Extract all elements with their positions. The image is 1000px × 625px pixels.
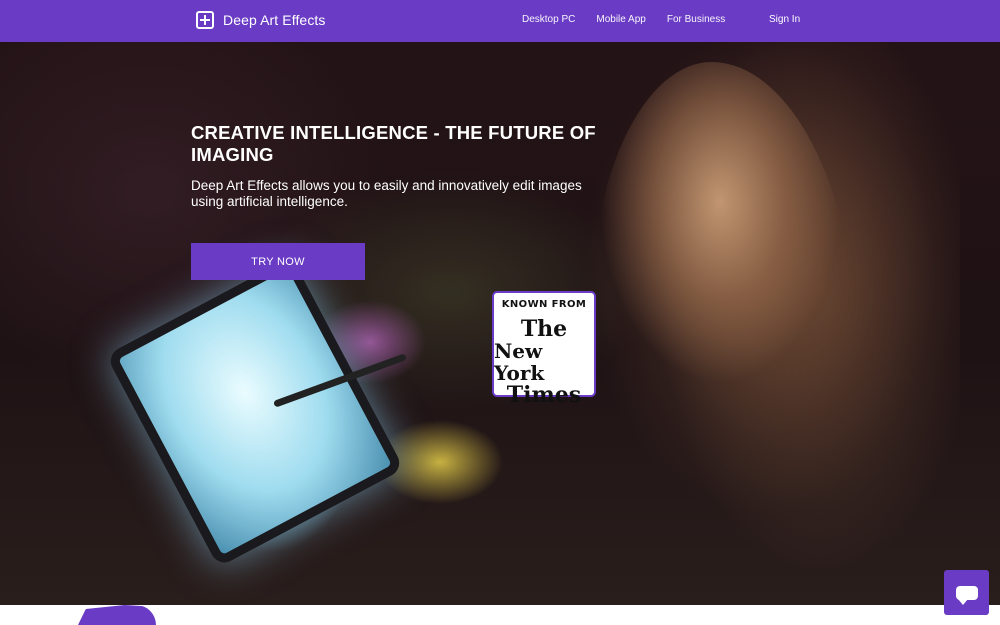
known-from-badge[interactable]: KNOWN FROM The New York Times [492,291,596,406]
try-now-button[interactable]: TRY NOW [191,243,365,280]
brand-logo-link[interactable]: Deep Art Effects [196,11,326,29]
top-navbar: Deep Art Effects Desktop PC Mobile App F… [0,0,1000,42]
chat-button[interactable] [944,570,989,615]
hero-section: CREATIVE INTELLIGENCE - THE FUTURE OF IM… [0,42,1000,605]
nav-link-mobile-app[interactable]: Mobile App [596,14,645,25]
hero-subtitle: Deep Art Effects allows you to easily an… [191,178,582,209]
sign-in-link[interactable]: Sign In [769,14,800,25]
nav-link-for-business[interactable]: For Business [667,14,725,25]
hero-image-tablet [105,256,405,568]
nav-links: Desktop PC Mobile App For Business [522,14,746,25]
chat-bubble-icon [955,585,978,600]
hero-title: CREATIVE INTELLIGENCE - THE FUTURE OF IM… [191,122,596,165]
nyt-logo-line3: Times [506,382,582,408]
nyt-logo-line1: The [520,316,568,342]
brand-name: Deep Art Effects [223,12,326,28]
known-from-label: KNOWN FROM [501,299,587,310]
nyt-logo-line2: New York [494,339,545,385]
add-image-icon [196,11,214,29]
nav-link-desktop-pc[interactable]: Desktop PC [522,14,575,25]
